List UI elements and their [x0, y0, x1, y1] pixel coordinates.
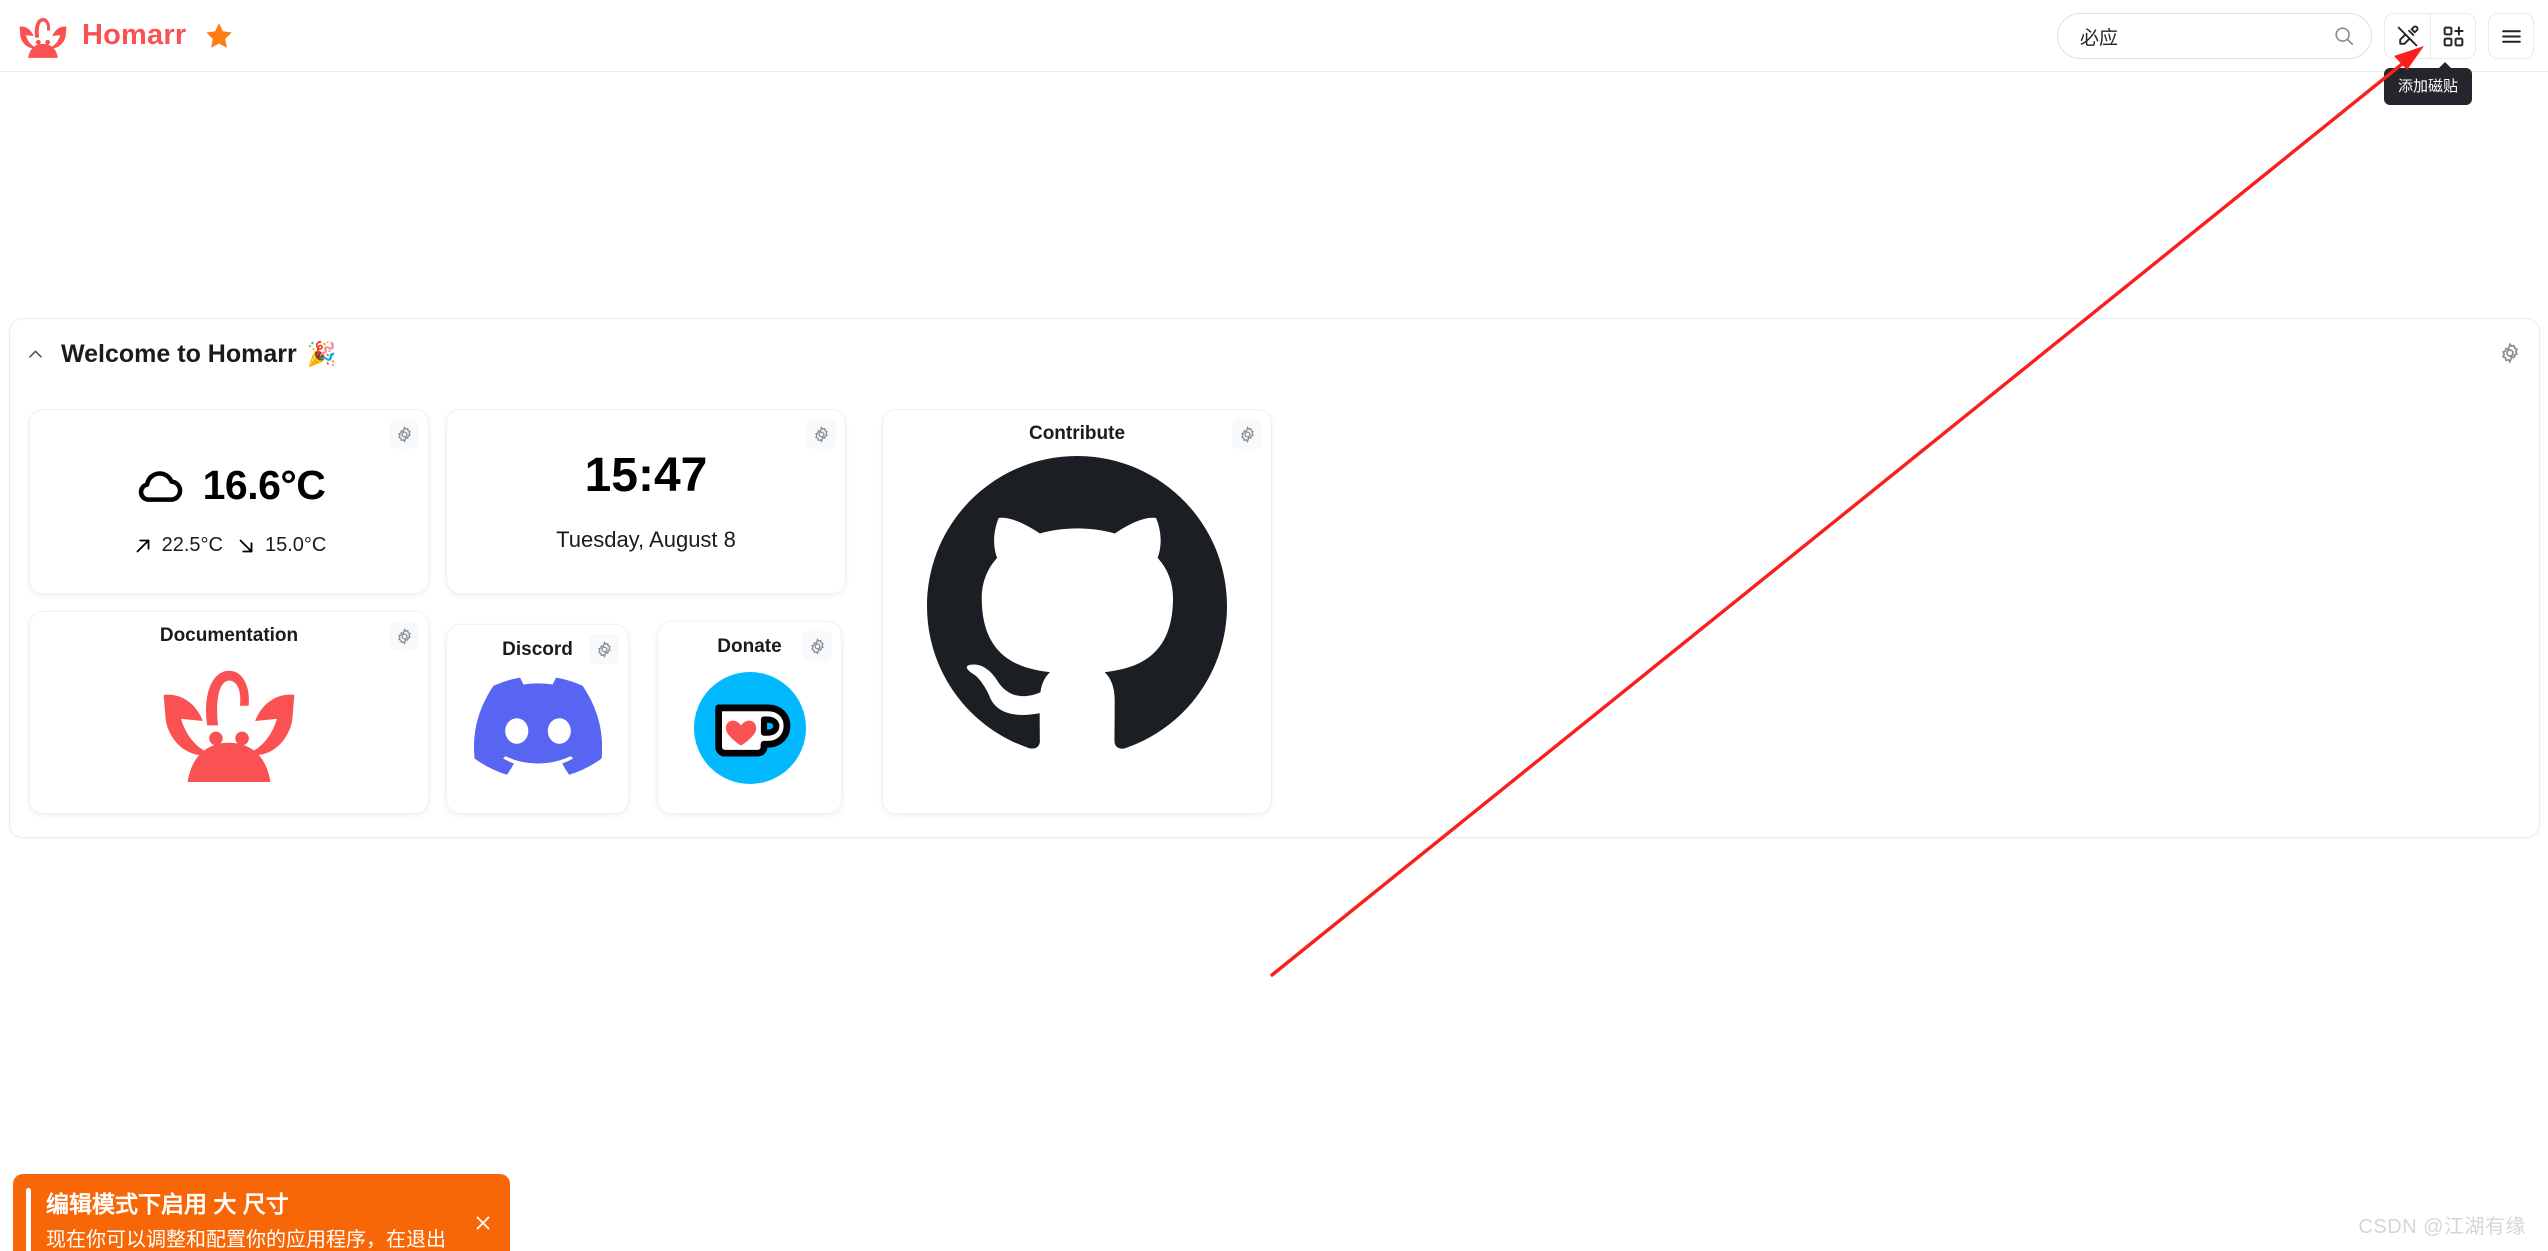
page-title: Welcome to Homarr 🎉 [61, 340, 337, 369]
homarr-jester-hat-icon [19, 17, 67, 58]
tooltip-label: 添加磁贴 [2398, 78, 2459, 95]
edit-mode-toast[interactable]: 编辑模式下启用 大 尺寸 现在你可以调整和配置你的应用程序，在退出编辑模式之前不… [13, 1174, 510, 1251]
star-icon [206, 22, 232, 48]
dashboard-section: Welcome to Homarr 🎉 16.6°C 22.5°C 15.0°C… [9, 318, 2540, 838]
hamburger-menu-icon [2501, 29, 2521, 43]
contribute-app-label: Contribute [1028, 423, 1126, 444]
toast-accent-bar [26, 1188, 31, 1251]
clock-time: 15:47 [584, 449, 708, 502]
layout-grid-add-icon [2443, 25, 2464, 46]
weather-widget[interactable]: 16.6°C 22.5°C 15.0°C [29, 409, 429, 594]
search-box[interactable] [2057, 13, 2372, 59]
contribute-app-tile[interactable]: Contribute [882, 409, 1272, 814]
clock-widget[interactable]: 15:47 Tuesday, August 8 [446, 409, 846, 594]
brand-name: Homarr [82, 19, 187, 51]
weather-range: 22.5°C 15.0°C [30, 534, 428, 557]
add-tile-button[interactable] [2430, 13, 2476, 59]
toast-title: 编辑模式下启用 大 尺寸 [46, 1191, 289, 1217]
cloud-icon [138, 471, 182, 502]
weather-widget-settings-button[interactable] [389, 419, 419, 449]
homarr-jester-hat-icon [163, 670, 295, 782]
arrow-up-right-icon [136, 539, 150, 552]
donate-app-tile[interactable]: Donate [657, 621, 842, 814]
search-icon [2335, 27, 2354, 46]
gear-icon [597, 640, 611, 658]
contribute-app-settings-button[interactable] [1232, 419, 1262, 449]
donate-app-settings-button[interactable] [802, 631, 832, 661]
gear-icon [810, 637, 824, 655]
chevron-up-icon[interactable] [26, 345, 45, 364]
main-menu-button[interactable] [2488, 13, 2534, 59]
brand-area[interactable]: Homarr [18, 14, 234, 58]
weather-min: 15.0°C [235, 534, 326, 557]
documentation-app-tile[interactable]: Documentation [29, 611, 429, 814]
weather-max: 22.5°C [132, 534, 223, 557]
discord-app-tile[interactable]: Discord [446, 624, 629, 814]
documentation-app-label: Documentation [159, 625, 299, 646]
close-icon[interactable] [472, 1212, 494, 1234]
toast-body: 现在你可以调整和配置你的应用程序，在退出编辑模式之前不会保存更改 [46, 1229, 446, 1251]
github-icon [927, 456, 1227, 749]
header-actions [2057, 0, 2534, 72]
gear-icon [1240, 425, 1254, 443]
documentation-app-settings-button[interactable] [389, 621, 419, 651]
gear-icon [814, 425, 828, 443]
pencil-off-icon [2397, 25, 2419, 46]
section-title-text: Welcome to Homarr [61, 340, 297, 368]
weather-temperature: 16.6°C [202, 461, 326, 508]
app-header: Homarr [0, 0, 2548, 72]
weather-max-value: 22.5°C [161, 534, 223, 556]
weather-min-value: 15.0°C [265, 534, 327, 556]
section-header[interactable]: Welcome to Homarr 🎉 [26, 340, 337, 369]
watermark: CSDN @江湖有缘 [2358, 1216, 2526, 1238]
weather-current: 16.6°C [30, 458, 428, 512]
toggle-edit-mode-button[interactable] [2384, 13, 2430, 59]
gear-icon [397, 627, 411, 645]
search-input[interactable] [2058, 14, 2371, 58]
section-settings-gear-icon[interactable] [2498, 341, 2522, 365]
clock-widget-settings-button[interactable] [806, 419, 836, 449]
party-popper-icon: 🎉 [306, 340, 337, 368]
gear-icon [397, 425, 411, 443]
discord-icon [473, 677, 602, 775]
add-tile-tooltip: 添加磁贴 [2384, 62, 2473, 105]
tile-actions-group [2384, 13, 2476, 59]
arrow-down-right-icon [239, 539, 253, 552]
discord-app-settings-button[interactable] [589, 634, 619, 664]
clock-date: Tuesday, August 8 [556, 527, 736, 552]
ko-fi-cup-heart-icon [693, 672, 806, 784]
